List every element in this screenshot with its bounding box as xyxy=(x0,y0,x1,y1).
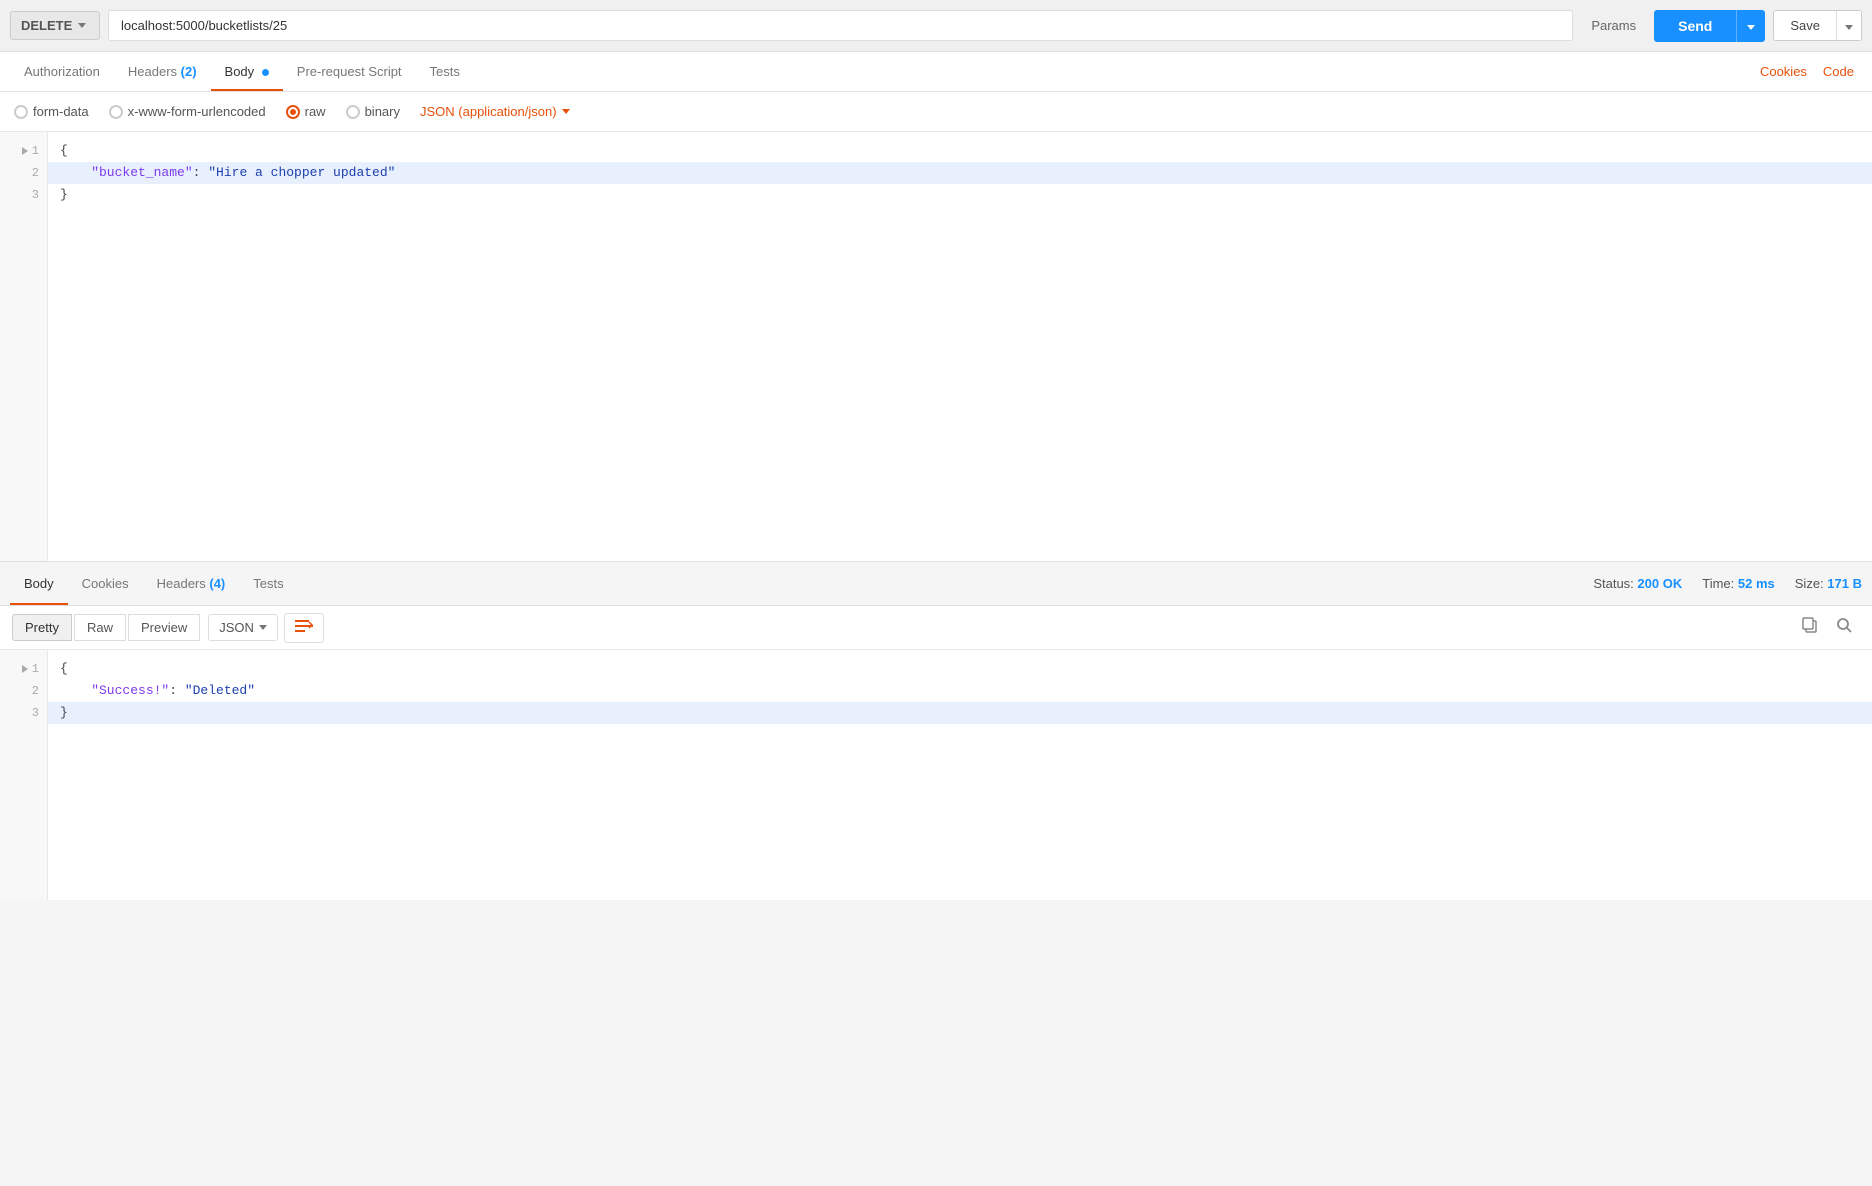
method-chevron-icon xyxy=(78,23,86,28)
time-label: Time: 52 ms xyxy=(1702,576,1775,591)
send-dropdown-button[interactable] xyxy=(1736,10,1765,42)
resp-code-line-2: "Success!": "Deleted" xyxy=(60,680,1860,702)
send-button[interactable]: Send xyxy=(1654,10,1736,42)
code-value-2: "Hire a chopper updated" xyxy=(208,162,395,184)
size-value: 171 B xyxy=(1827,576,1862,591)
request-line-numbers: 1 2 3 xyxy=(0,132,48,561)
response-tab-headers[interactable]: Headers (4) xyxy=(143,564,240,605)
size-label: Size: 171 B xyxy=(1795,576,1862,591)
resp-text-1: { xyxy=(60,658,68,680)
code-key-2: "bucket_name" xyxy=(60,162,193,184)
tab-headers[interactable]: Headers (2) xyxy=(114,54,211,91)
code-text-3: } xyxy=(60,184,68,206)
body-type-bar: form-data x-www-form-urlencoded raw bina… xyxy=(0,92,1872,132)
code-text-1: { xyxy=(60,140,68,162)
form-data-option[interactable]: form-data xyxy=(14,104,89,119)
request-tabs-bar: Authorization Headers (2) Body Pre-reque… xyxy=(0,52,1872,92)
json-type-label: JSON (application/json) xyxy=(420,104,557,119)
send-chevron-icon xyxy=(1747,25,1755,30)
response-tab-tests[interactable]: Tests xyxy=(239,564,297,605)
status-value: 200 OK xyxy=(1637,576,1682,591)
url-encoded-option[interactable]: x-www-form-urlencoded xyxy=(109,104,266,119)
resp-code-line-1: { xyxy=(60,658,1860,680)
response-tabs-bar: Body Cookies Headers (4) Tests Status: 2… xyxy=(0,562,1872,606)
resp-value-2: "Deleted" xyxy=(185,680,255,702)
time-value: 52 ms xyxy=(1738,576,1775,591)
url-input[interactable] xyxy=(108,10,1573,41)
json-type-chevron-icon xyxy=(562,109,570,114)
response-tab-body[interactable]: Body xyxy=(10,564,68,605)
save-chevron-icon xyxy=(1845,25,1853,30)
status-label: Status: 200 OK xyxy=(1593,576,1682,591)
copy-icon xyxy=(1802,617,1818,633)
raw-button[interactable]: Raw xyxy=(74,614,126,641)
code-line-2: "bucket_name": "Hire a chopper updated" xyxy=(48,162,1872,184)
method-label: DELETE xyxy=(21,18,72,33)
search-button[interactable] xyxy=(1828,613,1860,642)
method-dropdown[interactable]: DELETE xyxy=(10,11,100,40)
format-dropdown[interactable]: JSON xyxy=(208,614,278,641)
binary-option[interactable]: binary xyxy=(346,104,400,119)
cookies-link[interactable]: Cookies xyxy=(1752,64,1815,79)
raw-label: raw xyxy=(305,104,326,119)
pretty-button[interactable]: Pretty xyxy=(12,614,72,641)
code-line-1: { xyxy=(60,140,1860,162)
url-encoded-radio[interactable] xyxy=(109,105,123,119)
resp-line-num-3: 3 xyxy=(0,702,47,724)
response-code-content[interactable]: { "Success!": "Deleted" } xyxy=(48,650,1872,900)
response-toolbar: Pretty Raw Preview JSON xyxy=(0,606,1872,650)
json-type-dropdown[interactable]: JSON (application/json) xyxy=(420,104,570,119)
send-button-group: Send xyxy=(1654,10,1765,42)
request-code-content[interactable]: { "bucket_name": "Hire a chopper updated… xyxy=(48,132,1872,561)
raw-option[interactable]: raw xyxy=(286,104,326,119)
form-data-radio[interactable] xyxy=(14,105,28,119)
preview-button[interactable]: Preview xyxy=(128,614,200,641)
response-status-info: Status: 200 OK Time: 52 ms Size: 171 B xyxy=(1593,576,1862,591)
resp-collapse-triangle-1[interactable] xyxy=(22,665,28,673)
tab-authorization[interactable]: Authorization xyxy=(10,54,114,91)
params-button[interactable]: Params xyxy=(1581,12,1646,39)
wrap-button[interactable] xyxy=(284,613,324,643)
save-dropdown-button[interactable] xyxy=(1836,11,1861,40)
raw-radio[interactable] xyxy=(286,105,300,119)
line-num-2: 2 xyxy=(0,162,47,184)
response-section: Body Cookies Headers (4) Tests Status: 2… xyxy=(0,562,1872,900)
tab-body[interactable]: Body xyxy=(211,54,283,91)
binary-label: binary xyxy=(365,104,400,119)
format-chevron-icon xyxy=(259,625,267,630)
tab-tests[interactable]: Tests xyxy=(416,54,474,91)
line-num-3: 3 xyxy=(0,184,47,206)
resp-code-line-3: } xyxy=(48,702,1872,724)
request-bar: DELETE Params Send Save xyxy=(0,0,1872,52)
collapse-triangle-1[interactable] xyxy=(22,147,28,155)
copy-button[interactable] xyxy=(1794,613,1826,642)
resp-line-num-1: 1 xyxy=(0,658,47,680)
resp-line-num-2: 2 xyxy=(0,680,47,702)
request-code-editor[interactable]: 1 2 3 { "bucket_name": "Hire a chopper u… xyxy=(0,132,1872,562)
resp-text-3: } xyxy=(60,702,68,724)
response-code-editor[interactable]: 1 2 3 { "Success!": "Deleted" } xyxy=(0,650,1872,900)
resp-key-2: "Success!" xyxy=(60,680,169,702)
save-button[interactable]: Save xyxy=(1774,11,1836,40)
format-label: JSON xyxy=(219,620,254,635)
response-tab-cookies[interactable]: Cookies xyxy=(68,564,143,605)
save-button-group: Save xyxy=(1773,10,1862,41)
response-line-numbers: 1 2 3 xyxy=(0,650,48,900)
code-link[interactable]: Code xyxy=(1815,64,1862,79)
line-num-1: 1 xyxy=(0,140,47,162)
wrap-icon xyxy=(295,619,313,633)
url-encoded-label: x-www-form-urlencoded xyxy=(128,104,266,119)
code-line-3: } xyxy=(60,184,1860,206)
search-icon xyxy=(1836,617,1852,633)
tab-pre-request[interactable]: Pre-request Script xyxy=(283,54,416,91)
form-data-label: form-data xyxy=(33,104,89,119)
binary-radio[interactable] xyxy=(346,105,360,119)
